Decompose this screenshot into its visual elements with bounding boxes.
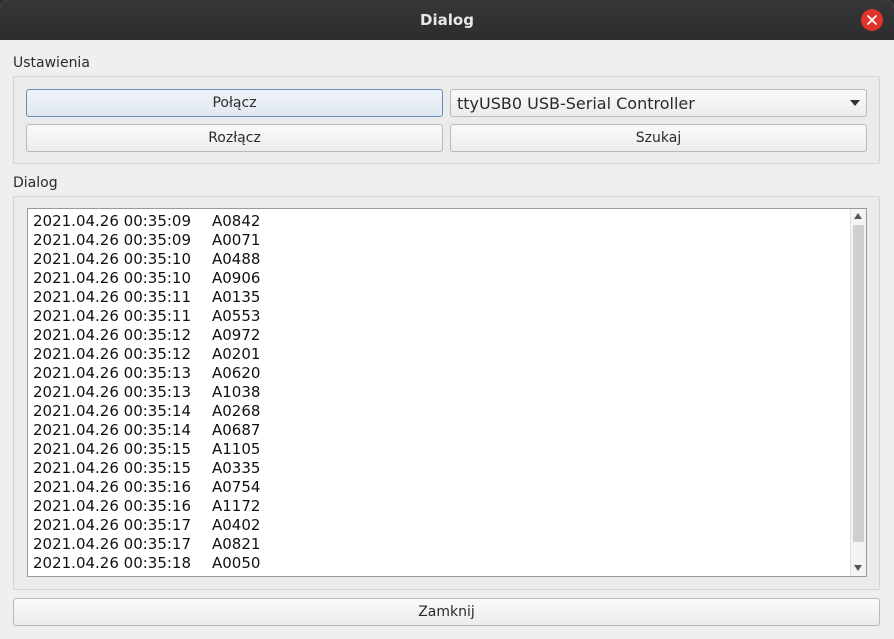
list-item[interactable]: 2021.04.26 00:35:17 A0821: [33, 535, 848, 554]
log-code: A0842: [212, 212, 261, 230]
port-select[interactable]: ttyUSB0 USB-Serial Controller: [450, 89, 867, 117]
list-item[interactable]: 2021.04.26 00:35:10 A0906: [33, 269, 848, 288]
close-icon: [867, 15, 877, 25]
list-item[interactable]: 2021.04.26 00:35:13 A1038: [33, 383, 848, 402]
list-item[interactable]: 2021.04.26 00:35:17 A0402: [33, 516, 848, 535]
list-item[interactable]: 2021.04.26 00:35:16 A0754: [33, 478, 848, 497]
settings-group-label: Ustawienia: [13, 55, 90, 71]
log-scrollbar[interactable]: [850, 209, 866, 576]
list-item[interactable]: 2021.04.26 00:35:16 A1172: [33, 497, 848, 516]
list-item[interactable]: 2021.04.26 00:35:13 A0620: [33, 364, 848, 383]
search-button[interactable]: Szukaj: [450, 124, 867, 152]
log-timestamp: 2021.04.26 00:35:09: [33, 231, 192, 249]
log-timestamp: 2021.04.26 00:35:14: [33, 402, 192, 420]
log-timestamp: 2021.04.26 00:35:15: [33, 440, 192, 458]
log-code: A0553: [212, 307, 261, 325]
list-item[interactable]: 2021.04.26 00:35:15 A0335: [33, 459, 848, 478]
scroll-down-icon[interactable]: [854, 565, 862, 571]
log-code: A0335: [212, 459, 261, 477]
disconnect-button[interactable]: Rozłącz: [26, 124, 443, 152]
list-item[interactable]: 2021.04.26 00:35:11 A0553: [33, 307, 848, 326]
log-timestamp: 2021.04.26 00:35:10: [33, 250, 192, 268]
log-code: A0135: [212, 288, 261, 306]
log-code: A0268: [212, 402, 261, 420]
log-code: A0754: [212, 478, 261, 496]
list-item[interactable]: 2021.04.26 00:35:10 A0488: [33, 250, 848, 269]
log-code: A1105: [212, 440, 261, 458]
log-code: A0821: [212, 535, 261, 553]
window-title: Dialog: [420, 11, 474, 29]
log-timestamp: 2021.04.26 00:35:12: [33, 326, 192, 344]
title-bar[interactable]: Dialog: [0, 0, 894, 40]
log-code: A0687: [212, 421, 261, 439]
log-timestamp: 2021.04.26 00:35:14: [33, 421, 192, 439]
log-timestamp: 2021.04.26 00:35:10: [33, 269, 192, 287]
list-item[interactable]: 2021.04.26 00:35:12 A0972: [33, 326, 848, 345]
log-timestamp: 2021.04.26 00:35:11: [33, 307, 192, 325]
list-item[interactable]: 2021.04.26 00:35:18 A0050: [33, 554, 848, 573]
log-timestamp: 2021.04.26 00:35:15: [33, 459, 192, 477]
scrollbar-thumb[interactable]: [853, 225, 864, 542]
log-code: A0071: [212, 231, 261, 249]
log-timestamp: 2021.04.26 00:35:17: [33, 535, 192, 553]
log-code: A0402: [212, 516, 261, 534]
list-item[interactable]: 2021.04.26 00:35:14 A0687: [33, 421, 848, 440]
list-item[interactable]: 2021.04.26 00:35:09 A0842: [33, 212, 848, 231]
list-item[interactable]: 2021.04.26 00:35:15 A1105: [33, 440, 848, 459]
log-timestamp: 2021.04.26 00:35:16: [33, 478, 192, 496]
log-code: A1038: [212, 383, 261, 401]
close-window-button[interactable]: [861, 9, 883, 31]
log-code: A0201: [212, 345, 261, 363]
log-list[interactable]: 2021.04.26 00:35:09 A0842 2021.04.26 00:35…: [27, 208, 867, 577]
close-button[interactable]: Zamknij: [13, 598, 880, 626]
list-item[interactable]: 2021.04.26 00:35:11 A0135: [33, 288, 848, 307]
log-code: A0906: [212, 269, 261, 287]
log-timestamp: 2021.04.26 00:35:12: [33, 345, 192, 363]
log-code: A0972: [212, 326, 261, 344]
log-timestamp: 2021.04.26 00:35:18: [33, 554, 192, 572]
log-timestamp: 2021.04.26 00:35:13: [33, 383, 192, 401]
port-select-value: ttyUSB0 USB-Serial Controller: [457, 93, 695, 113]
log-rows: 2021.04.26 00:35:09 A0842 2021.04.26 00:35…: [33, 212, 848, 573]
log-timestamp: 2021.04.26 00:35:17: [33, 516, 192, 534]
log-timestamp: 2021.04.26 00:35:13: [33, 364, 192, 382]
scroll-up-icon[interactable]: [854, 213, 862, 219]
log-code: A0620: [212, 364, 261, 382]
log-code: A1172: [212, 497, 261, 515]
log-timestamp: 2021.04.26 00:35:11: [33, 288, 192, 306]
list-item[interactable]: 2021.04.26 00:35:09 A0071: [33, 231, 848, 250]
connect-button[interactable]: Połącz: [26, 89, 443, 117]
dialog-window: Dialog Ustawienia Połącz ttyUSB0 USB-Ser…: [0, 0, 894, 639]
chevron-down-icon: [850, 100, 860, 106]
list-item[interactable]: 2021.04.26 00:35:14 A0268: [33, 402, 848, 421]
log-timestamp: 2021.04.26 00:35:09: [33, 212, 192, 230]
log-timestamp: 2021.04.26 00:35:16: [33, 497, 192, 515]
log-code: A0488: [212, 250, 261, 268]
list-item[interactable]: 2021.04.26 00:35:12 A0201: [33, 345, 848, 364]
log-group-label: Dialog: [13, 175, 58, 191]
log-code: A0050: [212, 554, 261, 572]
